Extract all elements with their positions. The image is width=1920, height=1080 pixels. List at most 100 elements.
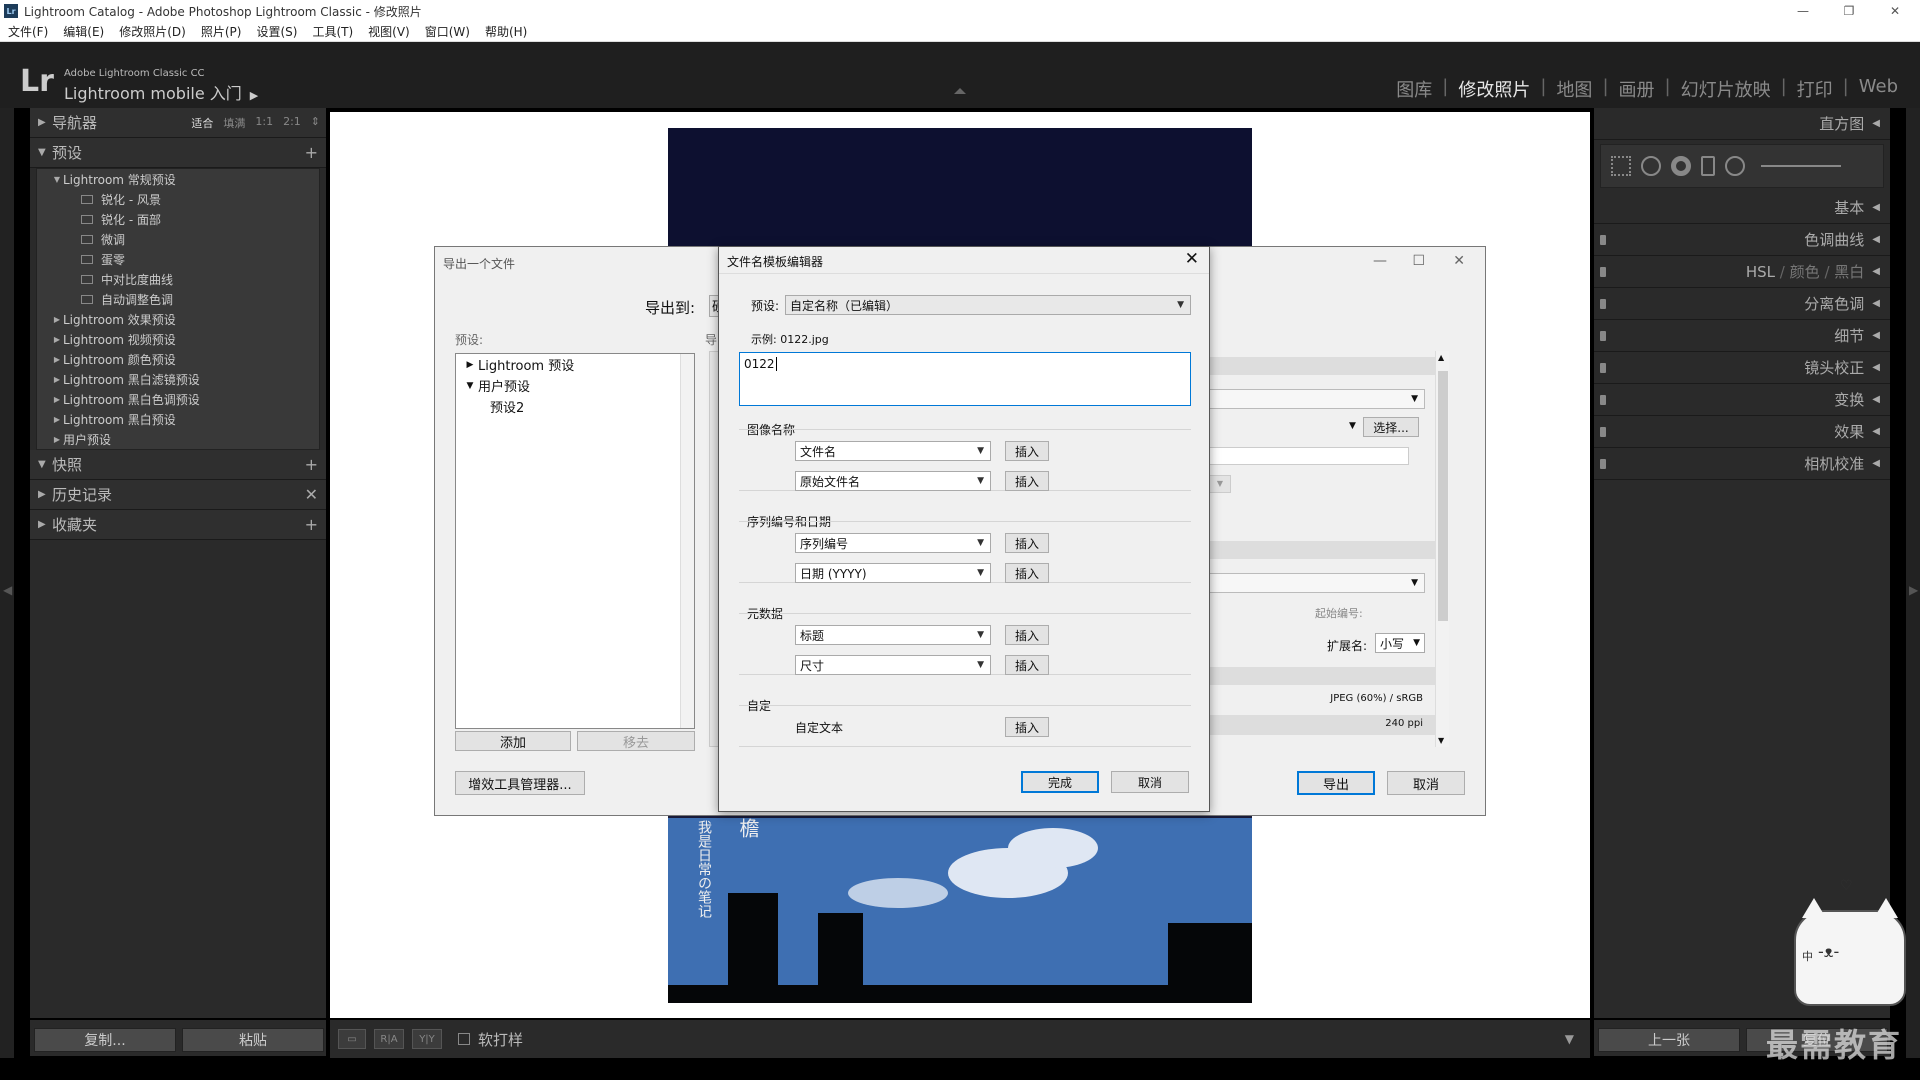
- copy-button[interactable]: 复制...: [34, 1028, 176, 1052]
- preset-item[interactable]: 蛋零: [37, 249, 319, 269]
- title-token-select[interactable]: 标题 ▼: [795, 625, 991, 645]
- snapshots-header[interactable]: ▼ 快照 +: [30, 450, 326, 480]
- preset-item[interactable]: 微调: [37, 229, 319, 249]
- menu-help[interactable]: 帮助(H): [485, 23, 527, 40]
- preset-folder[interactable]: ▶ Lightroom 黑白色调预设: [37, 389, 319, 409]
- panel-toggle-icon[interactable]: [1600, 330, 1606, 341]
- original-filename-token-select[interactable]: 原始文件名 ▼: [795, 471, 991, 491]
- insert-button[interactable]: 插入: [1005, 441, 1049, 461]
- panel-toggle-icon[interactable]: [1600, 426, 1606, 437]
- tree-item[interactable]: ▼ 用户预设: [456, 375, 694, 396]
- zoom-fill[interactable]: 填满: [223, 115, 245, 131]
- add-snapshot-icon[interactable]: +: [305, 455, 318, 474]
- module-map[interactable]: 地图: [1546, 76, 1602, 102]
- bw-tab[interactable]: 黑白: [1834, 261, 1864, 282]
- subfolder-input[interactable]: [1209, 447, 1409, 465]
- dialog-close-icon[interactable]: ✕: [1453, 253, 1465, 269]
- module-web[interactable]: Web: [1849, 76, 1908, 102]
- close-icon[interactable]: ✕: [1872, 0, 1918, 22]
- scroll-thumb[interactable]: [1438, 371, 1448, 621]
- module-library[interactable]: 图库: [1386, 76, 1442, 102]
- done-button[interactable]: 完成: [1021, 771, 1099, 793]
- add-collection-icon[interactable]: +: [305, 515, 318, 534]
- detail-header[interactable]: 细节 ◀: [1594, 320, 1890, 352]
- before-after-split-icon[interactable]: Y|Y: [412, 1029, 442, 1049]
- close-icon[interactable]: ✕: [1185, 249, 1199, 269]
- basic-panel-header[interactable]: 基本 ◀: [1594, 192, 1890, 224]
- histogram-header[interactable]: 直方图 ◀: [1594, 108, 1890, 140]
- tree-scrollbar[interactable]: [680, 354, 694, 728]
- preset-folder[interactable]: ▶ Lightroom 黑白预设: [37, 409, 319, 429]
- scroll-down-icon[interactable]: ▼: [1438, 736, 1444, 745]
- rename-template-select[interactable]: ▼: [1209, 573, 1425, 593]
- spot-removal-icon[interactable]: [1641, 156, 1661, 176]
- lens-corrections-header[interactable]: 镜头校正 ◀: [1594, 352, 1890, 384]
- panel-toggle-icon[interactable]: [1600, 298, 1606, 309]
- preset-folder[interactable]: ▶ Lightroom 视频预设: [37, 329, 319, 349]
- adjustment-brush-slider[interactable]: [1761, 165, 1841, 167]
- left-panel-toggle[interactable]: ◀: [0, 108, 14, 1058]
- restore-icon[interactable]: ❐: [1826, 0, 1872, 22]
- color-tab[interactable]: 颜色: [1790, 261, 1820, 282]
- export-cancel-button[interactable]: 取消: [1387, 771, 1465, 795]
- transform-header[interactable]: 变换 ◀: [1594, 384, 1890, 416]
- module-slideshow[interactable]: 幻灯片放映: [1671, 76, 1781, 102]
- preset-folder[interactable]: ▶ Lightroom 效果预设: [37, 309, 319, 329]
- panel-toggle-icon[interactable]: [1600, 266, 1606, 277]
- module-book[interactable]: 画册: [1609, 76, 1665, 102]
- insert-button[interactable]: 插入: [1005, 533, 1049, 553]
- soft-proof-checkbox[interactable]: [458, 1033, 470, 1045]
- extension-select[interactable]: 小写 ▼: [1375, 633, 1425, 653]
- panel-toggle-icon[interactable]: [1600, 234, 1606, 245]
- graduated-filter-icon[interactable]: [1701, 156, 1715, 176]
- presets-header[interactable]: ▼ 预设 +: [30, 138, 326, 168]
- collapse-top-icon[interactable]: [954, 88, 966, 94]
- toolbar-menu-icon[interactable]: ▼: [1565, 1032, 1574, 1046]
- tree-item[interactable]: ▶ Lightroom 预设: [456, 354, 694, 375]
- filename-token-select[interactable]: 文件名 ▼: [795, 441, 991, 461]
- preset-item[interactable]: 自动调整色调: [37, 289, 319, 309]
- zoom-menu-icon[interactable]: ⇕: [311, 115, 320, 131]
- collections-header[interactable]: ▶ 收藏夹 +: [30, 510, 326, 540]
- cancel-button[interactable]: 取消: [1111, 771, 1189, 793]
- conflict-select[interactable]: ▼: [1209, 475, 1231, 493]
- mobile-link[interactable]: Lightroom mobile 入门 ▶: [64, 80, 258, 104]
- zoom-2-1[interactable]: 2:1: [283, 115, 301, 131]
- insert-button[interactable]: 插入: [1005, 563, 1049, 583]
- navigator-header[interactable]: ▶ 导航器 适合 填满 1:1 2:1 ⇕: [30, 108, 326, 138]
- insert-button[interactable]: 插入: [1005, 655, 1049, 675]
- right-panel-toggle[interactable]: ▶: [1906, 108, 1920, 1058]
- before-after-icon[interactable]: R|A: [374, 1029, 404, 1049]
- plugin-manager-button[interactable]: 增效工具管理器...: [455, 771, 585, 795]
- menu-develop[interactable]: 修改照片(D): [119, 23, 186, 40]
- ime-mascot[interactable]: ♡ 中 -ᴥ-: [1794, 878, 1906, 1006]
- panel-toggle-icon[interactable]: [1600, 362, 1606, 373]
- menu-file[interactable]: 文件(F): [8, 23, 48, 40]
- dialog-maximize-icon[interactable]: ☐: [1412, 253, 1425, 269]
- choose-folder-button[interactable]: 选择...: [1363, 417, 1419, 437]
- preset-item[interactable]: 锐化 - 风景: [37, 189, 319, 209]
- panel-toggle-icon[interactable]: [1600, 458, 1606, 469]
- preset-folder[interactable]: ▶ Lightroom 黑白滤镜预设: [37, 369, 319, 389]
- previous-button[interactable]: 上一张: [1598, 1028, 1740, 1052]
- hsl-header[interactable]: HSL / 颜色 / 黑白 ◀: [1594, 256, 1890, 288]
- folder-dropdown-icon[interactable]: ▼: [1349, 421, 1356, 431]
- add-preset-button[interactable]: 添加: [455, 731, 571, 751]
- export-button[interactable]: 导出: [1297, 771, 1375, 795]
- menu-edit[interactable]: 编辑(E): [63, 23, 104, 40]
- preset-item[interactable]: 中对比度曲线: [37, 269, 319, 289]
- clear-history-icon[interactable]: ✕: [305, 485, 318, 504]
- radial-filter-icon[interactable]: [1725, 156, 1745, 176]
- menu-settings[interactable]: 设置(S): [256, 23, 297, 40]
- preset-item[interactable]: 锐化 - 面部: [37, 209, 319, 229]
- panel-toggle-icon[interactable]: [1600, 394, 1606, 405]
- loupe-view-icon[interactable]: ▭: [338, 1029, 366, 1049]
- date-token-select[interactable]: 日期 (YYYY) ▼: [795, 563, 991, 583]
- history-header[interactable]: ▶ 历史记录 ✕: [30, 480, 326, 510]
- zoom-fit[interactable]: 适合: [191, 115, 213, 131]
- template-text-field[interactable]: 0122: [739, 352, 1191, 406]
- camera-calibration-header[interactable]: 相机校准 ◀: [1594, 448, 1890, 480]
- scroll-up-icon[interactable]: ▲: [1438, 353, 1444, 362]
- sequence-token-select[interactable]: 序列编号 ▼: [795, 533, 991, 553]
- zoom-1-1[interactable]: 1:1: [255, 115, 273, 131]
